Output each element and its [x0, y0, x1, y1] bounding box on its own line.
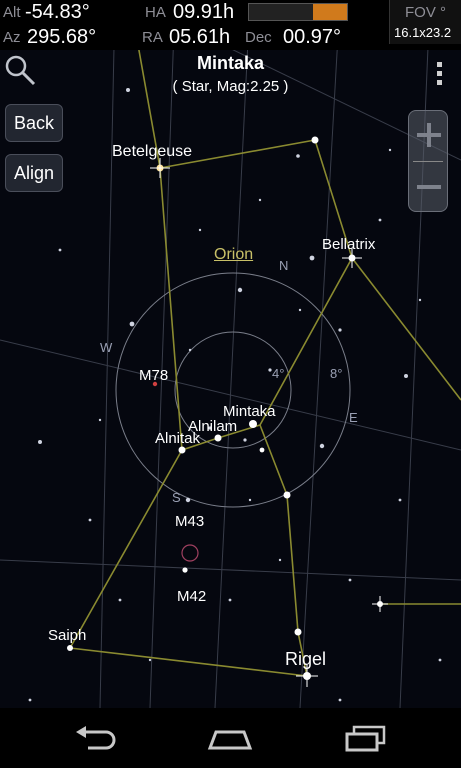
label-bellatrix[interactable]: Bellatrix: [322, 236, 375, 253]
label-orion[interactable]: Orion: [214, 246, 253, 264]
fov-key: FOV °: [405, 4, 447, 21]
reticle-inner-label: 4°: [272, 366, 285, 381]
ha-key: HA: [145, 4, 166, 21]
alt-value: -54.83°: [25, 1, 90, 23]
alt-key: Alt: [3, 4, 21, 21]
reticle-outer-label: 8°: [330, 366, 343, 381]
ra-key: RA: [142, 29, 163, 46]
search-icon[interactable]: [2, 52, 38, 88]
label-m78[interactable]: M78: [139, 367, 168, 384]
label-m42[interactable]: M42: [177, 588, 206, 605]
fov-panel[interactable]: FOV ° 16.1x23.2: [389, 0, 461, 44]
status-bar: Alt -54.83° Az 295.68° HA 09.91h RA 05.6…: [0, 0, 461, 50]
direction-s: S: [172, 490, 181, 505]
back-icon[interactable]: [72, 726, 120, 752]
overflow-menu-icon[interactable]: [432, 60, 448, 88]
label-alnitak[interactable]: Alnitak: [155, 430, 200, 447]
fov-value: 16.1x23.2: [394, 25, 452, 40]
ha-value: 09.91h: [173, 1, 235, 23]
label-saiph[interactable]: Saiph: [48, 627, 86, 644]
direction-w: W: [100, 340, 113, 355]
zoom-divider: [413, 161, 443, 162]
direction-n: N: [279, 258, 289, 273]
dec-key: Dec: [245, 29, 272, 46]
progress-bar: [248, 3, 348, 21]
label-rigel[interactable]: Rigel: [285, 649, 326, 670]
az-value: 295.68°: [27, 26, 97, 48]
object-subtitle: ( Star, Mag:2.25 ): [172, 78, 289, 95]
nebula-marker: [181, 544, 199, 562]
zoom-control: [408, 110, 448, 212]
minus-icon[interactable]: [409, 163, 449, 213]
home-icon[interactable]: [206, 726, 254, 752]
progress-fill: [312, 4, 347, 20]
align-button[interactable]: Align: [5, 154, 63, 192]
object-title: Mintaka: [196, 53, 265, 73]
label-betelgeuse[interactable]: Betelgeuse: [112, 143, 192, 161]
navigation-bar: [0, 708, 461, 768]
az-key: Az: [3, 29, 21, 46]
dec-value: 00.97°: [283, 26, 342, 48]
label-m43[interactable]: M43: [175, 513, 204, 530]
recents-icon[interactable]: [342, 724, 390, 754]
direction-e: E: [349, 410, 358, 425]
fov-reticle: [115, 272, 351, 508]
sky-map[interactable]: [0, 0, 461, 708]
coordinate-grid: [0, 0, 461, 708]
background-stars: [28, 88, 442, 702]
plus-icon[interactable]: [409, 111, 449, 161]
back-button[interactable]: Back: [5, 104, 63, 142]
ra-value: 05.61h: [169, 26, 231, 48]
